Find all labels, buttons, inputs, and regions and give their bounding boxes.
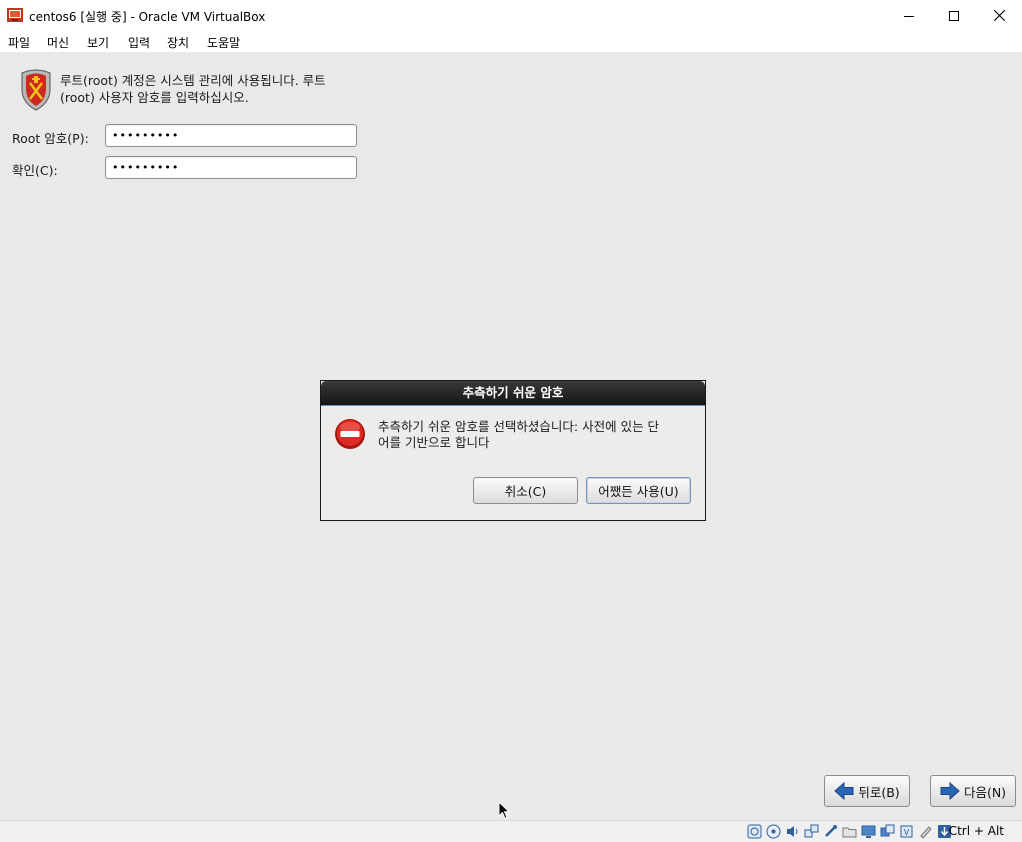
back-button[interactable]: 뒤로(B): [824, 775, 910, 807]
weak-password-dialog: 추측하기 쉬운 암호 추측하기 쉬운 암호를 선택하셨습니다: 사전에 있는 단…: [320, 380, 706, 521]
usb-icon[interactable]: [823, 824, 838, 839]
menu-file[interactable]: 파일: [8, 34, 30, 51]
use-anyway-button[interactable]: 어쨌든 사용(U): [586, 477, 691, 504]
guest-screen[interactable]: 루트(root) 계정은 시스템 관리에 사용됩니다. 루트 (root) 사용…: [0, 52, 1022, 820]
error-icon: [335, 419, 365, 449]
svg-text:V: V: [904, 828, 910, 837]
maximize-icon: [949, 10, 959, 21]
arrow-right-icon: [940, 782, 960, 800]
vm-statusbar: V Ctrl + Alt: [0, 820, 1022, 842]
shared-folders-icon[interactable]: [842, 824, 857, 839]
root-password-label: Root 암호(P):: [12, 131, 89, 146]
root-shield-icon: [21, 69, 51, 111]
next-label: 다음(N): [963, 784, 1007, 800]
minimize-button[interactable]: [886, 0, 932, 31]
window-titlebar: centos6 [실행 중] - Oracle VM VirtualBox: [0, 0, 1022, 31]
optical-drive-icon[interactable]: [766, 824, 781, 839]
menu-devices[interactable]: 장치: [167, 34, 189, 51]
menu-view[interactable]: 보기: [87, 34, 109, 51]
back-label: 뒤로(B): [858, 784, 900, 800]
minimize-icon: [904, 15, 914, 17]
dialog-title-divider: [321, 405, 705, 406]
intro-text: 루트(root) 계정은 시스템 관리에 사용됩니다. 루트 (root) 사용…: [60, 72, 360, 106]
dialog-message-line-1: 추측하기 쉬운 암호를 선택하셨습니다: 사전에 있는 단: [378, 419, 660, 434]
intro-line-1: 루트(root) 계정은 시스템 관리에 사용됩니다. 루트: [60, 73, 326, 88]
root-password-field[interactable]: [105, 124, 357, 147]
dialog-message: 추측하기 쉬운 암호를 선택하셨습니다: 사전에 있는 단 어를 기반으로 합니…: [378, 419, 700, 451]
maximize-button[interactable]: [931, 0, 977, 31]
audio-icon[interactable]: [785, 824, 800, 839]
confirm-password-label: 확인(C):: [12, 163, 58, 178]
virtualbox-vm-icon: [7, 8, 23, 22]
menu-help[interactable]: 도움말: [207, 34, 240, 51]
next-button[interactable]: 다음(N): [930, 775, 1016, 807]
close-icon: [993, 10, 1005, 21]
confirm-password-field[interactable]: [105, 156, 357, 179]
mouse-cursor-icon: [498, 801, 510, 820]
dialog-message-line-2: 어를 기반으로 합니다: [378, 435, 490, 450]
menu-machine[interactable]: 머신: [47, 34, 69, 51]
arrow-left-icon: [834, 782, 854, 800]
dialog-title: 추측하기 쉬운 암호: [321, 381, 705, 405]
cancel-button[interactable]: 취소(C): [473, 477, 578, 504]
window-title: centos6 [실행 중] - Oracle VM VirtualBox: [29, 10, 266, 24]
mouse-integration-icon[interactable]: [918, 824, 933, 839]
menu-input[interactable]: 입력: [128, 34, 150, 51]
close-button[interactable]: [976, 0, 1022, 31]
network-icon[interactable]: [804, 824, 819, 839]
intro-line-2: (root) 사용자 암호를 입력하십시오.: [60, 90, 249, 105]
display-icon[interactable]: [861, 824, 876, 839]
video-capture-icon[interactable]: [880, 824, 895, 839]
cpu-icon[interactable]: V: [899, 824, 914, 839]
menu-bar: 파일 머신 보기 입력 장치 도움말: [0, 31, 1022, 52]
hard-disk-icon[interactable]: [747, 824, 762, 839]
host-key-label: Ctrl + Alt: [948, 824, 1004, 838]
